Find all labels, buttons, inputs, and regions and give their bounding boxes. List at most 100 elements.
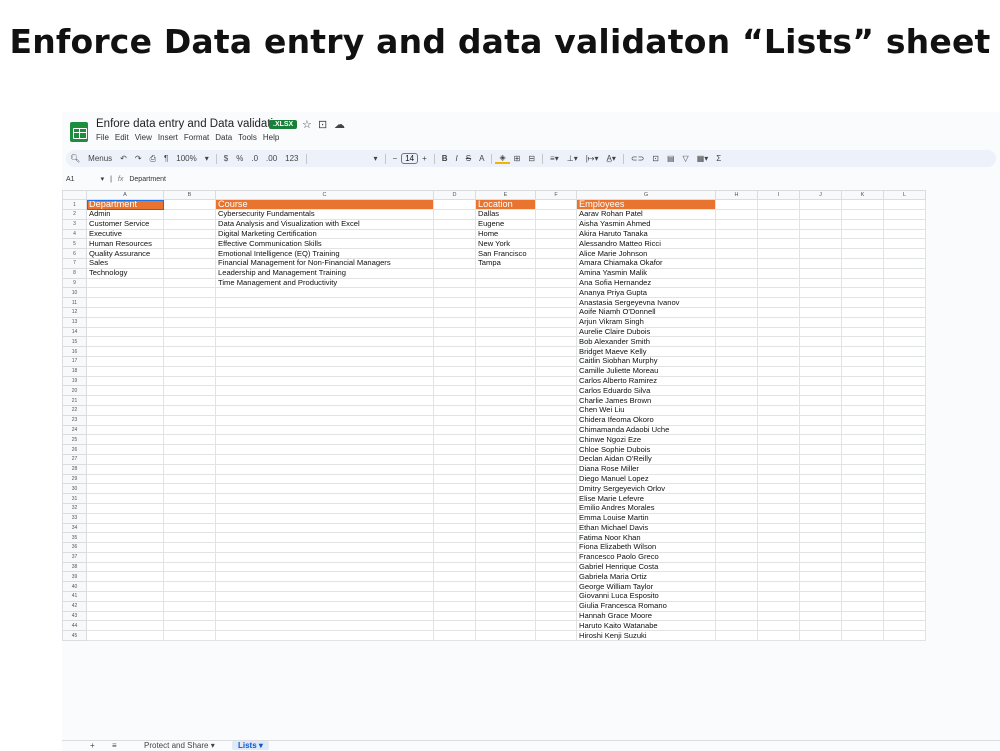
- cell[interactable]: [799, 414, 842, 426]
- data-cell[interactable]: Human Resources: [86, 238, 164, 250]
- cell[interactable]: [841, 493, 884, 504]
- cloud-status-icon[interactable]: ☁: [334, 118, 345, 131]
- data-cell[interactable]: Caitlin Siobhan Murphy: [576, 355, 716, 367]
- data-cell[interactable]: Alice Marie Johnson: [576, 248, 716, 259]
- header-cell[interactable]: Location: [475, 199, 536, 210]
- data-cell[interactable]: Chloe Sophie Dubois: [576, 444, 716, 455]
- cell[interactable]: [715, 209, 758, 220]
- cell[interactable]: [475, 414, 536, 426]
- data-cell[interactable]: Customer Service: [86, 218, 164, 230]
- cell[interactable]: [883, 385, 926, 397]
- cell[interactable]: [841, 600, 884, 612]
- cell[interactable]: [475, 267, 536, 279]
- cell[interactable]: [433, 209, 476, 220]
- cell[interactable]: [883, 444, 926, 455]
- cell[interactable]: [433, 238, 476, 250]
- cell[interactable]: [163, 257, 216, 269]
- menu-tools[interactable]: Tools: [238, 133, 257, 142]
- cell[interactable]: [475, 287, 536, 299]
- cell[interactable]: [715, 463, 758, 475]
- cell[interactable]: [799, 375, 842, 387]
- cell[interactable]: [883, 532, 926, 544]
- data-cell[interactable]: Bob Alexander Smith: [576, 336, 716, 348]
- cell[interactable]: [163, 316, 216, 328]
- cell[interactable]: [715, 444, 758, 455]
- cell[interactable]: [883, 414, 926, 426]
- cell[interactable]: [86, 355, 164, 367]
- cell[interactable]: [433, 581, 476, 593]
- data-cell[interactable]: New York: [475, 238, 536, 250]
- cell[interactable]: [715, 453, 758, 465]
- cell[interactable]: [475, 630, 536, 642]
- cell[interactable]: [163, 404, 216, 416]
- cell[interactable]: [799, 365, 842, 377]
- cell[interactable]: [757, 620, 800, 632]
- cell[interactable]: [215, 297, 434, 308]
- cell[interactable]: [163, 218, 216, 230]
- cell[interactable]: [215, 581, 434, 593]
- cell[interactable]: [433, 591, 476, 602]
- merge-cells-icon[interactable]: ⊟: [524, 154, 539, 163]
- cell[interactable]: [883, 326, 926, 338]
- cell[interactable]: [757, 561, 800, 573]
- cell[interactable]: [475, 346, 536, 357]
- row-header[interactable]: 30: [62, 483, 87, 495]
- cell[interactable]: [163, 542, 216, 553]
- cell[interactable]: [433, 502, 476, 514]
- cell[interactable]: [163, 297, 216, 308]
- cell[interactable]: [535, 512, 577, 524]
- cell[interactable]: [715, 600, 758, 612]
- cell[interactable]: [715, 581, 758, 593]
- cell[interactable]: [163, 365, 216, 377]
- cell[interactable]: [535, 463, 577, 475]
- row-header[interactable]: 26: [62, 444, 87, 455]
- cell[interactable]: [535, 522, 577, 534]
- cell[interactable]: [433, 630, 476, 642]
- cell[interactable]: [757, 473, 800, 485]
- cell[interactable]: [475, 385, 536, 397]
- row-header[interactable]: 31: [62, 493, 87, 504]
- add-sheet-button[interactable]: +: [90, 741, 95, 750]
- cell[interactable]: [535, 287, 577, 299]
- redo-icon[interactable]: ↷: [131, 154, 146, 163]
- cell[interactable]: [757, 385, 800, 397]
- cell[interactable]: [799, 385, 842, 397]
- cell[interactable]: [86, 414, 164, 426]
- column-header-j[interactable]: J: [799, 190, 842, 200]
- cell[interactable]: [715, 267, 758, 279]
- cell[interactable]: [215, 620, 434, 632]
- row-header[interactable]: 37: [62, 551, 87, 563]
- cell[interactable]: [841, 257, 884, 269]
- cell[interactable]: [757, 512, 800, 524]
- row-header[interactable]: 32: [62, 502, 87, 514]
- cell[interactable]: [883, 542, 926, 553]
- cell[interactable]: [715, 483, 758, 495]
- row-header[interactable]: 19: [62, 375, 87, 387]
- cell[interactable]: [433, 620, 476, 632]
- column-header-h[interactable]: H: [715, 190, 758, 200]
- number-format-button[interactable]: 123: [281, 154, 302, 163]
- cell[interactable]: [757, 238, 800, 250]
- cell[interactable]: [475, 551, 536, 563]
- cell[interactable]: [535, 297, 577, 308]
- cell[interactable]: [841, 571, 884, 583]
- cell[interactable]: [715, 404, 758, 416]
- cell[interactable]: [799, 238, 842, 250]
- cell[interactable]: [715, 277, 758, 289]
- all-sheets-button[interactable]: ≡: [112, 741, 117, 750]
- cell[interactable]: [475, 277, 536, 289]
- cell[interactable]: [799, 395, 842, 406]
- cell[interactable]: [86, 375, 164, 387]
- cell[interactable]: [715, 502, 758, 514]
- cell[interactable]: [883, 355, 926, 367]
- cell[interactable]: [163, 287, 216, 299]
- cell[interactable]: [883, 277, 926, 289]
- zoom-select[interactable]: 100%: [172, 154, 200, 163]
- data-cell[interactable]: Bridget Maeve Kelly: [576, 346, 716, 357]
- cell[interactable]: [715, 355, 758, 367]
- header-cell[interactable]: Course: [215, 199, 434, 210]
- data-cell[interactable]: Aurelie Claire Dubois: [576, 326, 716, 338]
- cell[interactable]: [433, 414, 476, 426]
- cell[interactable]: [86, 395, 164, 406]
- cell[interactable]: [433, 306, 476, 318]
